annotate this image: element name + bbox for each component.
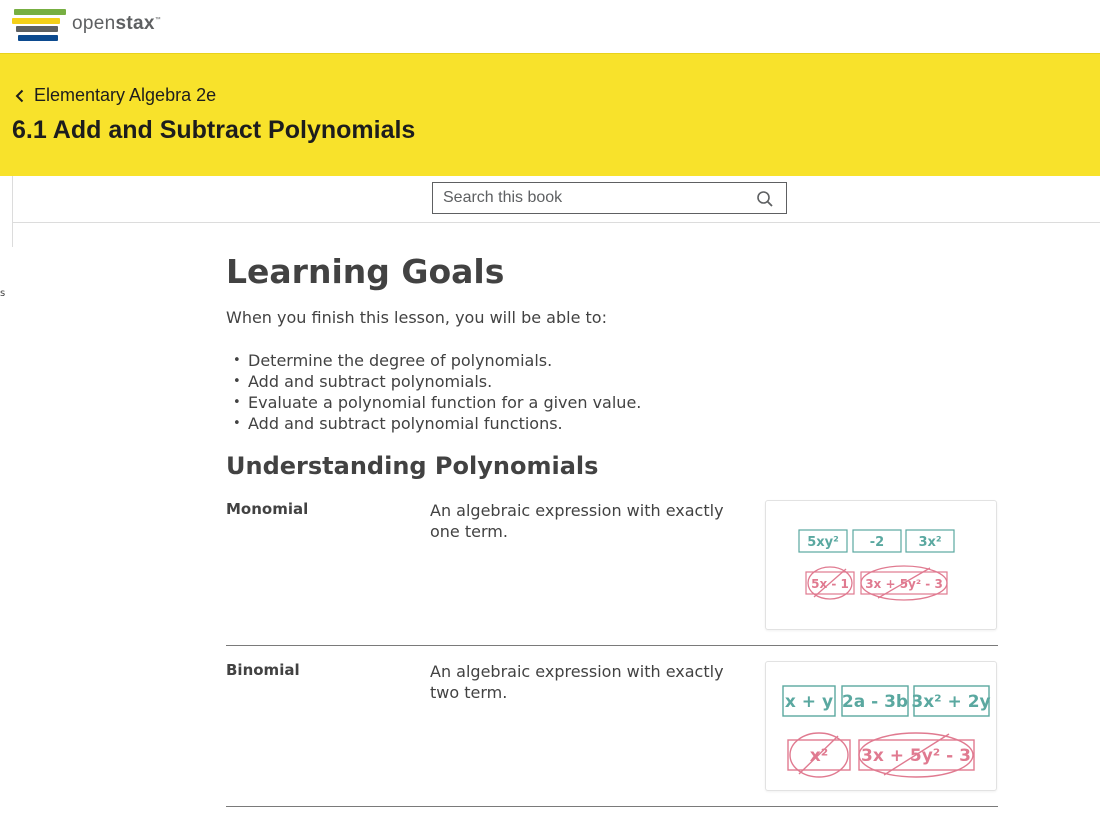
incorrect-example: 3x + 5y² - 3	[865, 577, 943, 591]
section-title: 6.1 Add and Subtract Polynomials	[12, 116, 416, 144]
top-bar: openstax™	[0, 0, 1100, 53]
search-box[interactable]	[432, 182, 787, 214]
correct-example: 5xy²	[807, 535, 839, 550]
monomial-illustration: 5xy² -2 3x² 5x - 1 3x + 5y² - 3	[798, 529, 955, 601]
sidebar-divider	[12, 223, 13, 247]
correct-example: 3x²	[918, 535, 941, 550]
term-name: Monomial	[226, 500, 309, 518]
correct-example: 2a - 3b	[842, 692, 908, 712]
chevron-left-icon	[15, 89, 24, 102]
term-row-binomial: Binomial An algebraic expression with ex…	[226, 661, 998, 807]
term-definition: An algebraic expression with exactly two…	[430, 662, 724, 702]
goals-list: Determine the degree of polynomials. Add…	[226, 350, 998, 434]
binomial-illustration: x + y 2a - 3b 3x² + 2y x² 3x + 5y² - 3	[782, 685, 991, 778]
book-header: Elementary Algebra 2e 6.1 Add and Subtra…	[0, 53, 1100, 176]
back-to-book-link[interactable]: Elementary Algebra 2e	[12, 85, 216, 106]
correct-example: -2	[870, 535, 884, 550]
list-item: Add and subtract polynomials.	[233, 371, 998, 392]
list-item: Determine the degree of polynomials.	[233, 350, 998, 371]
incorrect-example: 3x + 5y² - 3	[861, 746, 971, 766]
search-input[interactable]	[443, 187, 743, 209]
book-title: Elementary Algebra 2e	[34, 85, 217, 105]
correct-example: 3x² + 2y	[911, 692, 990, 712]
main-content: Learning Goals When you finish this less…	[226, 250, 998, 483]
brand-name-bold: stax	[115, 13, 155, 34]
search-icon[interactable]	[756, 190, 774, 208]
intro-text: When you finish this lesson, you will be…	[226, 308, 607, 327]
term-name: Binomial	[226, 661, 300, 679]
brand-name-light: open	[72, 13, 116, 34]
term-row-monomial: Monomial An algebraic expression with ex…	[226, 500, 998, 646]
list-item: Evaluate a polynomial function for a giv…	[233, 392, 998, 413]
openstax-wordmark[interactable]: openstax™	[72, 13, 161, 35]
correct-example: x + y	[785, 692, 833, 712]
trademark: ™	[154, 17, 162, 23]
term-definition: An algebraic expression with exactly one…	[430, 501, 724, 541]
monomial-figure: 5xy² -2 3x² 5x - 1 3x + 5y² - 3	[765, 500, 997, 630]
list-item: Add and subtract polynomial functions.	[233, 413, 998, 434]
openstax-logo[interactable]	[12, 8, 68, 44]
edge-glyph: s	[0, 288, 6, 299]
incorrect-example: 5x - 1	[811, 577, 849, 591]
learning-goals-heading: Learning Goals	[226, 252, 505, 291]
understanding-heading: Understanding Polynomials	[226, 452, 599, 480]
binomial-figure: x + y 2a - 3b 3x² + 2y x² 3x + 5y² - 3	[765, 661, 997, 791]
